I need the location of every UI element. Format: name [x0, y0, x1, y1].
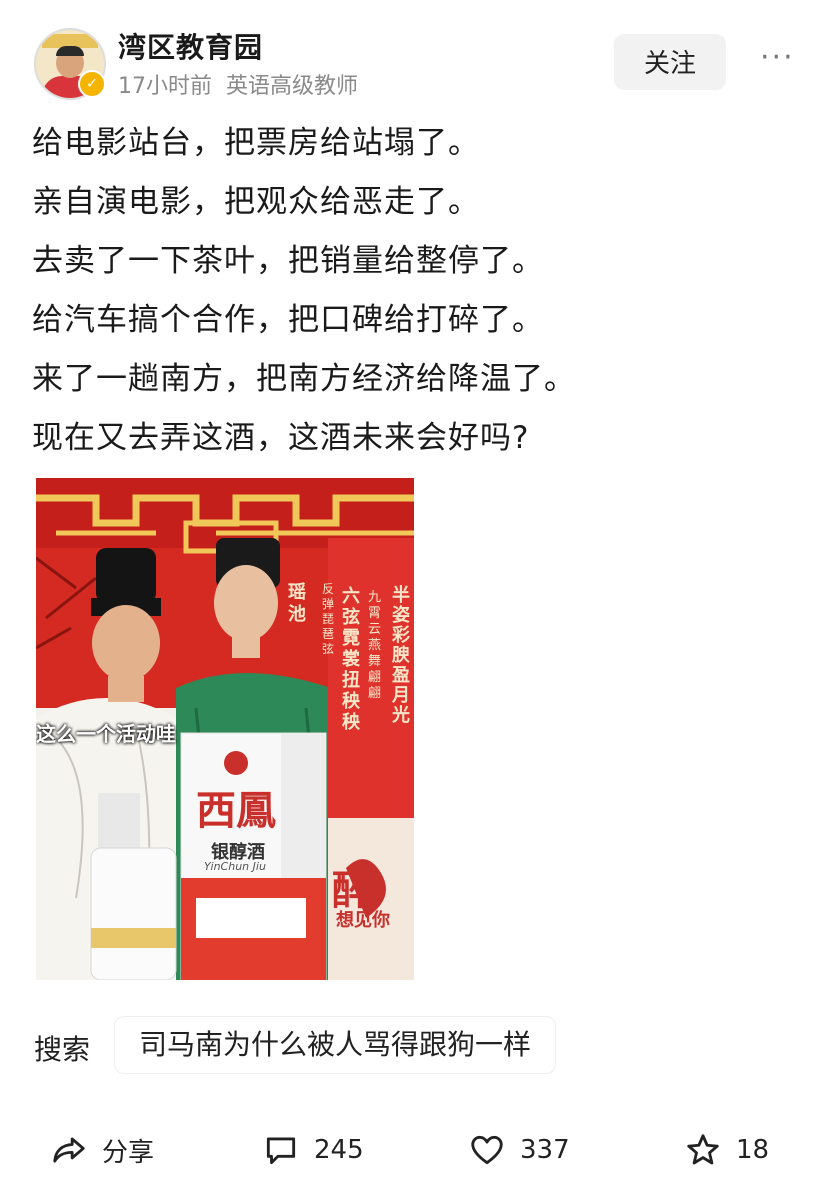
product-brand: 西鳳 — [196, 787, 276, 834]
related-search: 搜索 司马南为什么被人骂得跟狗一样 — [30, 1016, 810, 1074]
post-header: ✓ 湾区教育园 17小时前 英语高级教师 关注 ··· — [0, 0, 827, 110]
video-caption: 这么一个活动哇 — [36, 722, 176, 746]
verified-badge-icon: ✓ — [78, 70, 106, 98]
avatar-hair — [56, 46, 84, 56]
post-line: 现在又去弄这酒，这酒未来会好吗? — [32, 420, 530, 456]
action-bar: 分享 245 337 18 — [0, 1118, 827, 1182]
share-label: 分享 — [102, 1137, 155, 1168]
more-icon[interactable]: ··· — [760, 40, 795, 75]
post-meta: 17小时前 英语高级教师 — [118, 68, 358, 100]
post-line: 来了一趟南方，把南方经济给降温了。 — [32, 361, 576, 397]
comment-count: 245 — [314, 1135, 364, 1165]
product-pinyin: YinChun Jiu — [204, 860, 266, 873]
banner-text: 六弦霓裳扭秧秧 — [342, 586, 360, 733]
like-count: 337 — [520, 1135, 570, 1165]
follow-button[interactable]: 关注 — [614, 34, 726, 90]
author-title: 英语高级教师 — [226, 74, 359, 99]
banner-text: 半姿彩腴盈月光 — [392, 585, 410, 726]
search-label: 搜索 — [34, 1033, 91, 1066]
favorite-count: 18 — [736, 1135, 770, 1165]
author-name[interactable]: 湾区教育园 — [118, 26, 263, 66]
star-icon — [687, 1134, 719, 1165]
post-line: 给汽车搞个合作，把口碑给打碎了。 — [32, 302, 544, 338]
post-line: 亲自演电影，把观众给恶走了。 — [32, 184, 480, 220]
share-button[interactable]: 分享 — [50, 1128, 154, 1172]
post-time: 17小时前 — [118, 74, 212, 99]
post-photo[interactable]: 这么一个活动哇 西鳳 银醇酒 YinChun Jiu 半姿彩腴盈月光 九霄云燕舞… — [36, 478, 414, 980]
post-body: 给电影站台，把票房给站塌了。 亲自演电影，把观众给恶走了。 去卖了一下茶叶，把销… — [32, 114, 812, 468]
heart-icon — [471, 1135, 503, 1165]
favorite-button[interactable]: 18 — [684, 1128, 769, 1172]
post-line: 给电影站台，把票房给站塌了。 — [32, 125, 480, 161]
comment-button[interactable]: 245 — [262, 1128, 364, 1172]
search-suggestion-chip[interactable]: 司马南为什么被人骂得跟狗一样 — [114, 1016, 557, 1074]
share-icon — [53, 1137, 85, 1163]
comment-icon — [266, 1137, 296, 1165]
banner-text: 反弹琵琶弦 — [322, 582, 335, 656]
promo-text: 想见你 — [336, 910, 390, 931]
post-line: 去卖了一下茶叶，把销量给整停了。 — [32, 243, 544, 279]
banner-text: 九霄云燕舞翩翩 — [368, 590, 382, 701]
banner-text: 瑶池 — [288, 582, 306, 625]
like-button[interactable]: 337 — [468, 1128, 570, 1172]
